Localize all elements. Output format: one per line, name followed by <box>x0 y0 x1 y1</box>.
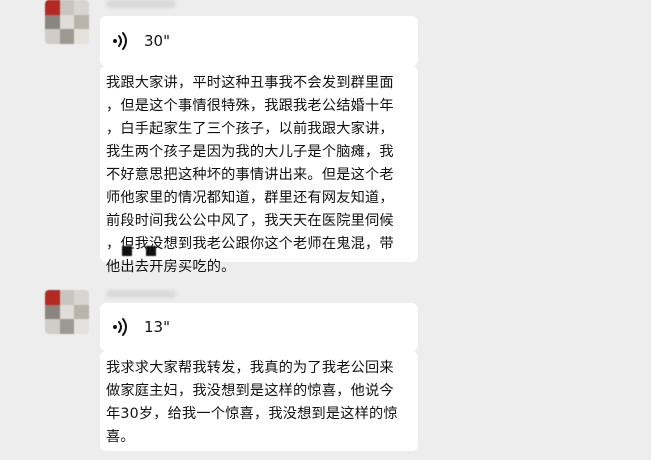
redaction-mark <box>146 246 156 256</box>
redaction-mark <box>122 246 132 256</box>
sender-name-blurred <box>106 0 176 8</box>
message-text: 我求求大家帮我转发，我真的为了我老公回来 做家庭主妇，我没想到是这样的惊喜，他说… <box>106 360 398 445</box>
voice-duration: 30" <box>144 32 170 50</box>
voice-duration: 13" <box>144 318 170 336</box>
voice-message[interactable]: 13" <box>100 303 418 351</box>
voice-wave-icon <box>113 318 127 336</box>
voice-wave-icon <box>113 32 127 50</box>
text-message[interactable]: 我求求大家帮我转发，我真的为了我老公回来 做家庭主妇，我没想到是这样的惊喜，他说… <box>100 351 418 451</box>
sender-avatar[interactable] <box>45 0 89 44</box>
text-message[interactable]: 我跟大家讲，平时这种丑事我不会发到群里面 ，但是这个事情很特殊，我跟我老公结婚十… <box>100 66 418 275</box>
sender-name-blurred <box>106 290 176 298</box>
sender-avatar[interactable] <box>45 290 89 334</box>
voice-message[interactable]: 30" <box>100 16 418 66</box>
